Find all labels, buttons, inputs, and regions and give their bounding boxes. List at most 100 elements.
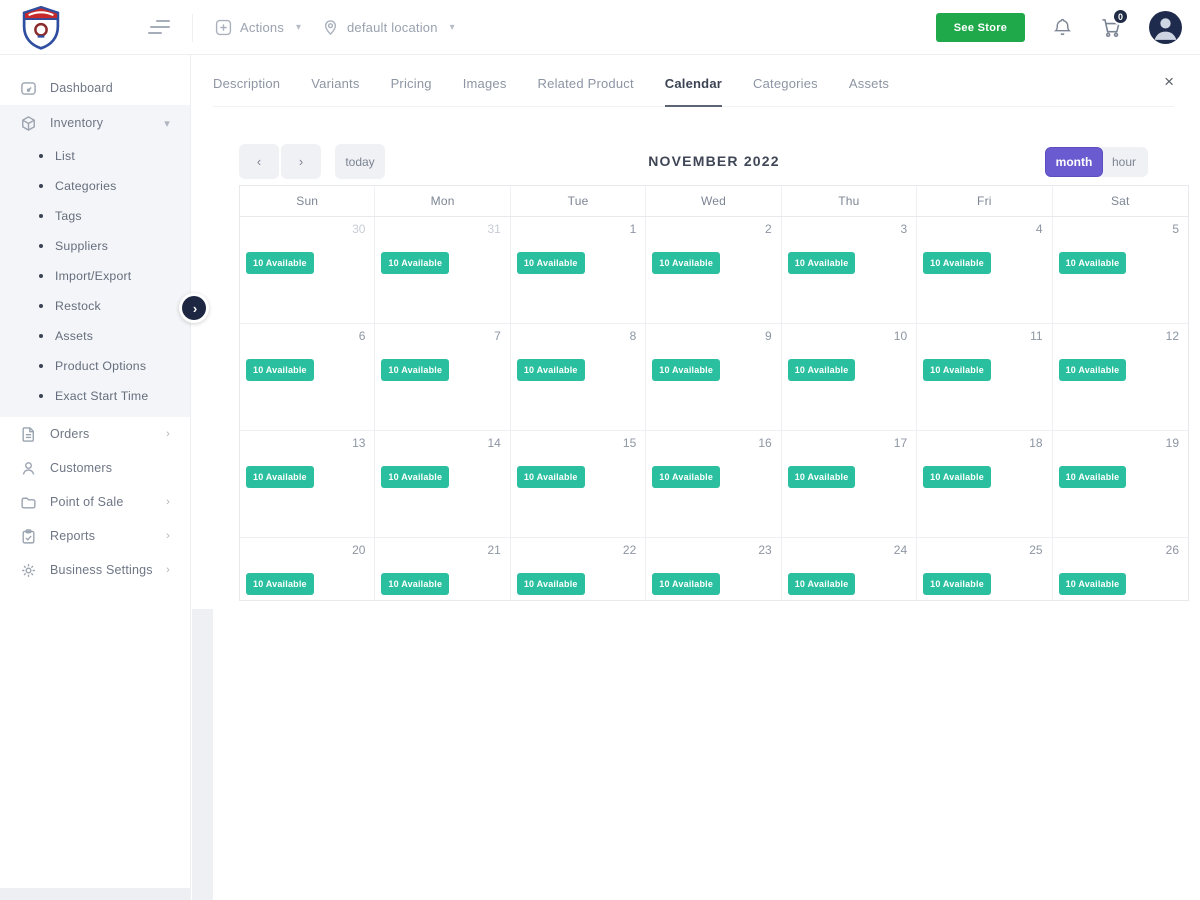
cart-icon[interactable]: 0: [1100, 8, 1129, 38]
tab-variants[interactable]: Variants: [311, 76, 359, 106]
availability-badge[interactable]: 10 Available: [923, 359, 991, 381]
availability-badge[interactable]: 10 Available: [1058, 252, 1127, 274]
sidebar-item-dashboard[interactable]: Dashboard: [0, 71, 190, 105]
tab-categories[interactable]: Categories: [753, 76, 818, 106]
availability-badge[interactable]: 10 Available: [1058, 466, 1127, 488]
day-cell[interactable]: 12 10 Available: [1052, 324, 1188, 431]
notifications-bell-icon[interactable]: [1053, 18, 1072, 37]
sidebar-item-business-settings[interactable]: Business Settings ›: [0, 553, 190, 587]
availability-badge[interactable]: 10 Available: [787, 573, 856, 595]
day-cell[interactable]: 30 10 Available: [240, 217, 376, 324]
day-cell[interactable]: 6 10 Available: [240, 324, 376, 431]
availability-badge[interactable]: 10 Available: [923, 573, 991, 595]
day-cell[interactable]: 23 10 Available: [646, 538, 782, 600]
tab-assets[interactable]: Assets: [849, 76, 889, 106]
calendar-view-hour-button[interactable]: hour: [1100, 147, 1148, 177]
sidebar-item-orders[interactable]: Orders ›: [0, 417, 190, 451]
day-cell[interactable]: 7 10 Available: [375, 324, 511, 431]
calendar-view-month-button[interactable]: month: [1045, 147, 1103, 177]
day-cell[interactable]: 14 10 Available: [375, 431, 511, 538]
sidebar-collapse-button[interactable]: ›: [179, 293, 209, 323]
day-cell[interactable]: 21 10 Available: [375, 538, 511, 600]
day-cell[interactable]: 5 10 Available: [1052, 217, 1188, 324]
availability-badge[interactable]: 10 Available: [652, 359, 721, 381]
location-dropdown[interactable]: default location ▾: [322, 0, 455, 55]
availability-badge[interactable]: 10 Available: [381, 252, 450, 274]
sidebar-item-point-of-sale[interactable]: Point of Sale ›: [0, 485, 190, 519]
availability-badge[interactable]: 10 Available: [516, 252, 585, 274]
availability-badge[interactable]: 10 Available: [652, 466, 721, 488]
day-cell[interactable]: 25 10 Available: [917, 538, 1053, 600]
sidebar-subitem-import-export[interactable]: Import/Export: [0, 261, 190, 291]
day-cell[interactable]: 19 10 Available: [1052, 431, 1188, 538]
day-number: 25: [1029, 543, 1043, 557]
availability-badge[interactable]: 10 Available: [923, 466, 991, 488]
day-cell[interactable]: 10 10 Available: [781, 324, 918, 431]
day-cell[interactable]: 11 10 Available: [917, 324, 1053, 431]
day-cell[interactable]: 18 10 Available: [917, 431, 1053, 538]
tab-images[interactable]: Images: [463, 76, 507, 106]
sidebar-subitem-restock[interactable]: Restock: [0, 291, 190, 321]
sidebar-subitem-assets[interactable]: Assets: [0, 321, 190, 351]
sidebar-subitem-exact-start-time[interactable]: Exact Start Time: [0, 381, 190, 411]
sidebar-item-customers[interactable]: Customers: [0, 451, 190, 485]
close-icon[interactable]: ×: [1164, 73, 1174, 90]
availability-badge[interactable]: 10 Available: [1058, 359, 1127, 381]
availability-badge[interactable]: 10 Available: [246, 359, 314, 381]
availability-badge[interactable]: 10 Available: [246, 252, 314, 274]
availability-badge[interactable]: 10 Available: [381, 359, 450, 381]
day-header-mon: Mon: [375, 186, 511, 216]
day-cell[interactable]: 8 10 Available: [510, 324, 647, 431]
scroll-gutter[interactable]: [192, 609, 213, 900]
menu-toggle-icon[interactable]: [148, 20, 170, 36]
day-cell[interactable]: 20 10 Available: [240, 538, 376, 600]
availability-badge[interactable]: 10 Available: [246, 466, 314, 488]
tab-calendar[interactable]: Calendar: [664, 76, 723, 107]
day-cell[interactable]: 15 10 Available: [510, 431, 647, 538]
sidebar-item-label: Orders: [50, 427, 90, 441]
tab-pricing[interactable]: Pricing: [391, 76, 432, 106]
sidebar-subitem-product-options[interactable]: Product Options: [0, 351, 190, 381]
sidebar-item-reports[interactable]: Reports ›: [0, 519, 190, 553]
availability-badge[interactable]: 10 Available: [246, 573, 314, 595]
see-store-button[interactable]: See Store: [936, 13, 1025, 42]
day-cell[interactable]: 22 10 Available: [511, 538, 647, 600]
day-cell[interactable]: 9 10 Available: [646, 324, 782, 431]
day-cell[interactable]: 17 10 Available: [781, 431, 918, 538]
availability-badge[interactable]: 10 Available: [381, 466, 450, 488]
sidebar-subitem-suppliers[interactable]: Suppliers: [0, 231, 190, 261]
availability-badge[interactable]: 10 Available: [923, 252, 991, 274]
availability-badge[interactable]: 10 Available: [652, 573, 721, 595]
sidebar-item-inventory[interactable]: Inventory ▾: [0, 105, 190, 141]
day-cell[interactable]: 2 10 Available: [646, 217, 782, 324]
day-number: 18: [1029, 436, 1043, 450]
availability-badge[interactable]: 10 Available: [787, 359, 856, 381]
day-number: 31: [487, 222, 501, 236]
day-cell[interactable]: 16 10 Available: [646, 431, 782, 538]
day-cell[interactable]: 1 10 Available: [510, 217, 647, 324]
tab-description[interactable]: Description: [213, 76, 280, 106]
sidebar-subitem-tags[interactable]: Tags: [0, 201, 190, 231]
availability-badge[interactable]: 10 Available: [516, 466, 585, 488]
day-cell[interactable]: 26 10 Available: [1053, 538, 1188, 600]
availability-badge[interactable]: 10 Available: [516, 573, 585, 595]
day-number: 17: [893, 436, 908, 450]
actions-dropdown[interactable]: Actions ▾: [215, 0, 301, 55]
availability-badge[interactable]: 10 Available: [787, 466, 856, 488]
sidebar-subitem-categories[interactable]: Categories: [0, 171, 190, 201]
sidebar-subitem-list[interactable]: List: [0, 141, 190, 171]
app-logo[interactable]: [20, 5, 62, 50]
day-cell[interactable]: 24 10 Available: [782, 538, 918, 600]
bullet-dot: [39, 334, 43, 338]
day-cell[interactable]: 4 10 Available: [917, 217, 1053, 324]
day-cell[interactable]: 13 10 Available: [240, 431, 376, 538]
tab-related-product[interactable]: Related Product: [538, 76, 634, 106]
day-cell[interactable]: 31 10 Available: [375, 217, 511, 324]
availability-badge[interactable]: 10 Available: [652, 252, 721, 274]
user-avatar[interactable]: [1149, 11, 1182, 44]
day-cell[interactable]: 3 10 Available: [781, 217, 918, 324]
availability-badge[interactable]: 10 Available: [1058, 573, 1127, 595]
availability-badge[interactable]: 10 Available: [516, 359, 585, 381]
availability-badge[interactable]: 10 Available: [787, 252, 856, 274]
availability-badge[interactable]: 10 Available: [381, 573, 450, 595]
